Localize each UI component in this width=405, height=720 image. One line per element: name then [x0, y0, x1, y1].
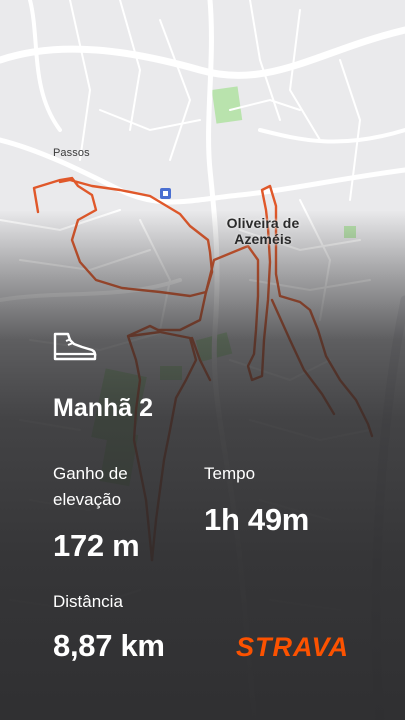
elevation-label: Ganho de elevação [53, 464, 128, 509]
activity-title: Manhã 2 [53, 394, 154, 422]
map-label-passos: Passos [53, 147, 90, 159]
activity-share-card: Passos Oliveira de Azeméis Manhã 2 Ganho… [0, 0, 405, 720]
distance-label: Distância [53, 592, 123, 611]
distance-value: 8,87 km [53, 628, 165, 663]
map-label-city: Oliveira de Azeméis [226, 215, 300, 247]
elevation-value: 172 m [53, 528, 140, 563]
time-label: Tempo [204, 464, 256, 483]
strava-logo: STRAVA [236, 632, 349, 662]
time-value: 1h 49m [204, 502, 310, 537]
hiking-boot-icon [53, 332, 97, 361]
